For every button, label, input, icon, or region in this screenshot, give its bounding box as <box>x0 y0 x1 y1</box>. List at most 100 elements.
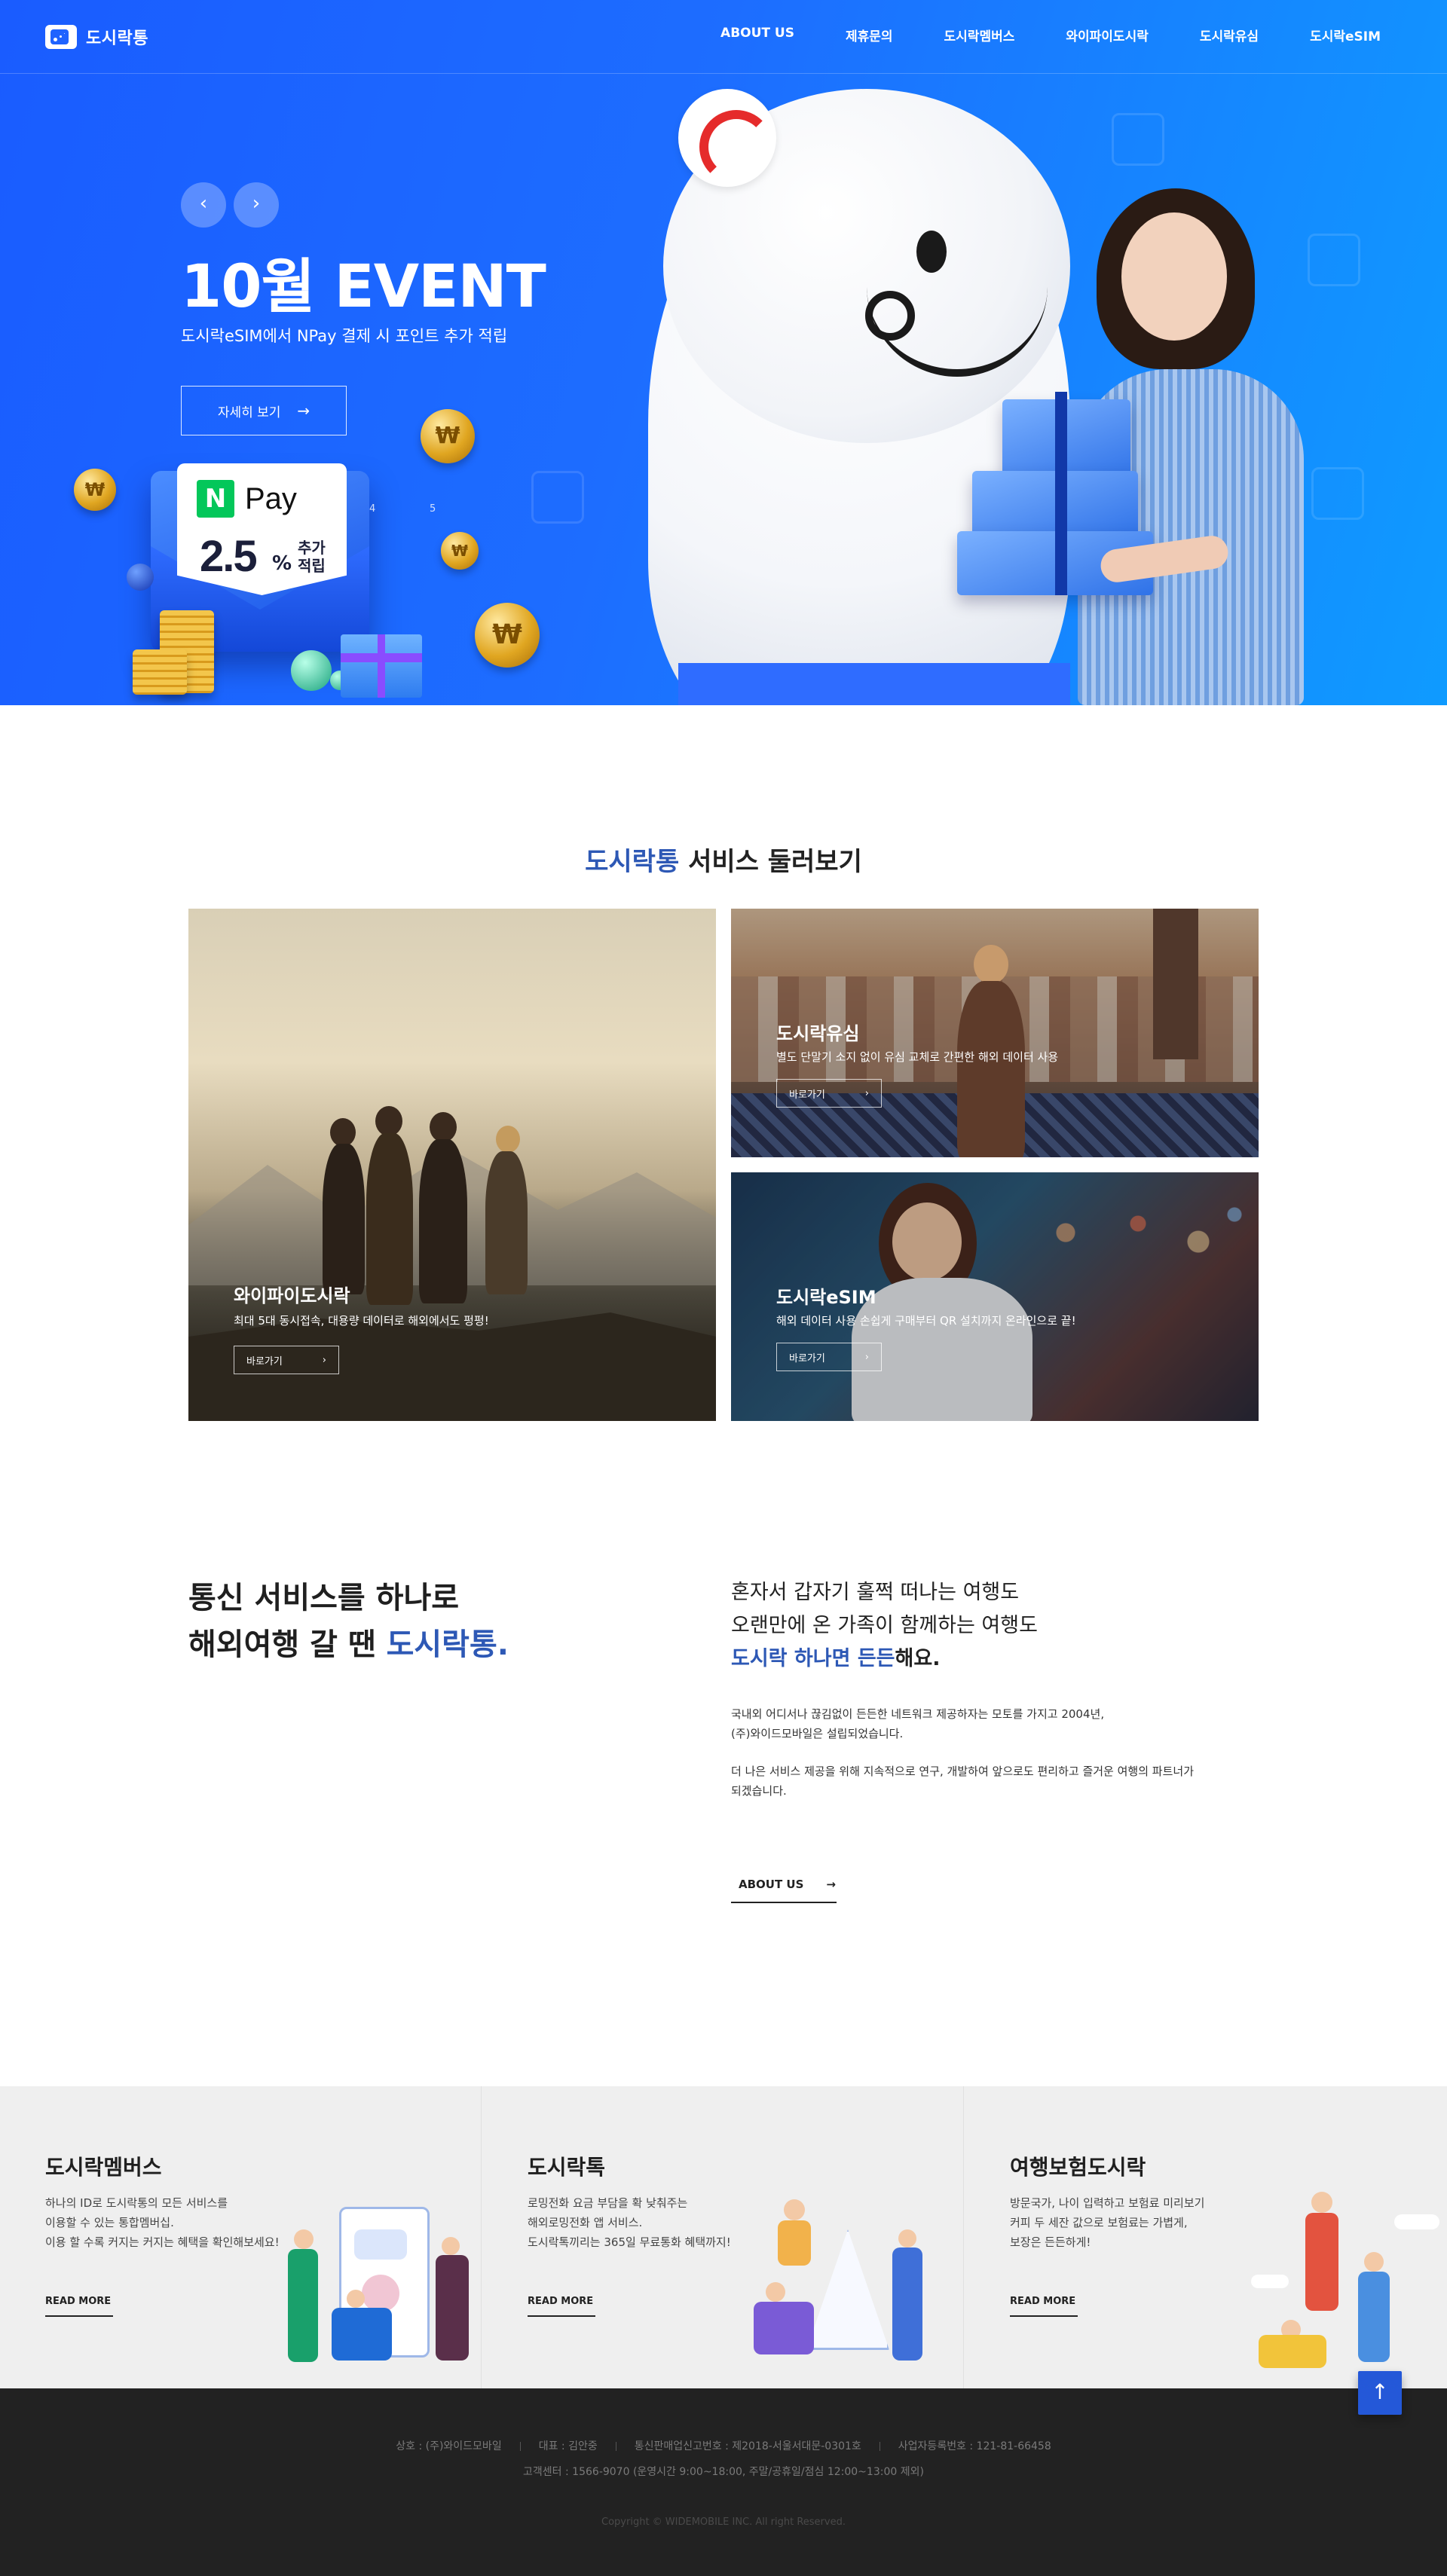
feature-col-insurance: 여행보험도시락 방문국가, 나이 입력하고 보험료 미리보기 커피 두 세잔 값… <box>965 2086 1446 2388</box>
footer-service-center: 고객센터 : 1566-9070 (운영시간 9:00~18:00, 주말/공휴… <box>523 2466 924 2478</box>
n-pattern-icon <box>1112 113 1164 166</box>
hero-prev-button[interactable]: ‹ <box>181 182 226 228</box>
talk-illustration <box>724 2184 963 2388</box>
person-head <box>294 2229 314 2249</box>
desc-line: 커피 두 세잔 값으로 보험료는 가볍게, <box>1010 2216 1188 2229</box>
feature-col-talk: 도시락톡 로밍전화 요금 부담을 확 낮춰주는 해외로밍전화 앱 서비스. 도시… <box>482 2086 964 2388</box>
arrow-right-icon: → <box>826 1878 836 1891</box>
service-go-button-esim[interactable]: 바로가기 › <box>776 1343 882 1371</box>
ribbon <box>1055 392 1067 595</box>
nav-wifi[interactable]: 와이파이도시락 <box>1066 26 1148 44</box>
coin-icon: ₩ <box>74 469 116 511</box>
about-us-link-label: ABOUT US <box>739 1878 804 1891</box>
chevron-right-icon: › <box>322 1354 326 1366</box>
about-tagline: 혼자서 갑자기 훌쩍 떠나는 여행도 오랜만에 온 가족이 함께하는 여행도 도… <box>731 1576 1038 1676</box>
npay-label-line1: 추가 <box>298 539 326 557</box>
ball-image <box>291 650 332 691</box>
service-desc-wifi: 최대 5대 동시접속, 대용량 데이터로 해외에서도 펑펑! <box>234 1314 489 1328</box>
npay-illustration: N Pay 2.5 % 추가 적립 4 5 ₩ ₩ ₩ ₩ <box>68 399 540 701</box>
chart-card-image <box>362 2275 399 2312</box>
main-nav: ABOUT US 제휴문의 도시락멤버스 와이파이도시락 도시락유심 도시락eS… <box>669 26 1381 44</box>
feature-col-members: 도시락멤버스 하나의 ID로 도시락통의 모든 서비스를 이용할 수 있는 통합… <box>0 2086 482 2388</box>
nav-usim[interactable]: 도시락유심 <box>1200 26 1259 44</box>
members-illustration <box>271 2177 481 2388</box>
services-title-accent: 도시락통 <box>585 847 680 877</box>
hero-banner: ‹ › 10월 EVENT 도시락eSIM에서 NPay 결제 시 포인트 추가… <box>0 0 1447 705</box>
service-card-wifi[interactable]: 와이파이도시락 최대 5대 동시접속, 대용량 데이터로 해외에서도 펑펑! 바… <box>188 909 716 1421</box>
desc-line: 도시락톡끼리는 365일 무료통화 혜택까지! <box>528 2235 731 2249</box>
about-headline-line2: 해외여행 갈 땐 도시락통. <box>188 1621 509 1668</box>
hero-title: 10월 EVENT <box>181 253 546 321</box>
desc-line: 해외로밍전화 앱 서비스. <box>528 2216 643 2229</box>
npay-rate-label: 추가 적립 <box>298 539 335 575</box>
scroll-top-button[interactable]: ↑ <box>1358 2371 1402 2415</box>
feature-columns: 도시락멤버스 하나의 ID로 도시락통의 모든 서비스를 이용할 수 있는 통합… <box>0 2086 1447 2388</box>
about-paragraph-1: 국내외 어디서나 끊김없이 든든한 네트워크 제공하자는 모토를 가지고 200… <box>731 1704 1104 1743</box>
about-p2-line1: 더 나은 서비스 제공을 위해 지속적으로 연구, 개발하여 앞으로도 편리하고… <box>731 1765 1194 1778</box>
about-tagline-line1: 혼자서 갑자기 훌쩍 떠나는 여행도 <box>731 1581 1020 1604</box>
coin-icon: ₩ <box>475 603 540 668</box>
npay-brand: Pay <box>245 481 297 515</box>
person-figure <box>892 2248 922 2361</box>
about-tagline-accent: 도시락 하나면 든든 <box>731 1647 895 1670</box>
about-p1-line1: 국내외 어디서나 끊김없이 든든한 네트워크 제공하자는 모토를 가지고 200… <box>731 1707 1105 1721</box>
service-card-usim[interactable]: 도시락유심 별도 단말기 소지 없이 유심 교체로 간편한 해외 데이터 사용 … <box>731 909 1259 1157</box>
about-tagline-line3: 도시락 하나면 든든해요. <box>731 1642 1038 1676</box>
ball-image <box>127 564 154 591</box>
service-name-usim: 도시락유심 <box>776 1023 860 1044</box>
person-head <box>347 2290 365 2308</box>
person-figure <box>332 2308 392 2361</box>
person-figure <box>754 2302 814 2354</box>
coin-icon: ₩ <box>441 532 479 570</box>
service-card-esim[interactable]: 도시락eSIM 해외 데이터 사용 손쉽게 구매부터 QR 설치까지 온라인으로… <box>731 1172 1259 1421</box>
service-go-button-usim[interactable]: 바로가기 › <box>776 1079 882 1108</box>
about-headline-line1: 통신 서비스를 하나로 <box>188 1581 460 1615</box>
person-figure <box>436 2255 469 2361</box>
feature-desc-insurance: 방문국가, 나이 입력하고 보험료 미리보기 커피 두 세잔 값으로 보험료는 … <box>1010 2193 1204 2252</box>
desc-line: 이용 할 수록 커지는 커지는 혜택을 확인해보세요! <box>45 2235 280 2249</box>
insurance-illustration <box>1236 2184 1446 2388</box>
read-more-members[interactable]: READ MORE <box>45 2287 113 2317</box>
divider <box>519 2442 521 2451</box>
go-label: 바로가기 <box>789 1089 825 1101</box>
npay-logo: N Pay <box>197 480 297 518</box>
desc-line: 하나의 ID로 도시락통의 모든 서비스를 <box>45 2196 228 2210</box>
site-logo[interactable]: 도시락통 <box>45 23 148 51</box>
go-label: 바로가기 <box>789 1352 825 1364</box>
hero-next-button[interactable]: › <box>234 182 279 228</box>
card-number-4: 4 <box>369 503 376 515</box>
nav-about-us[interactable]: ABOUT US <box>720 26 794 44</box>
service-go-button-wifi[interactable]: 바로가기 › <box>234 1346 339 1374</box>
feature-title-talk: 도시락톡 <box>528 2155 606 2180</box>
chart-card-image <box>354 2229 407 2260</box>
person-head <box>375 1106 402 1136</box>
nav-members[interactable]: 도시락멤버스 <box>944 26 1015 44</box>
person-figure <box>1259 2335 1326 2368</box>
about-paragraph-2: 더 나은 서비스 제공을 위해 지속적으로 연구, 개발하여 앞으로도 편리하고… <box>731 1762 1194 1801</box>
desc-line: 로밍전화 요금 부담을 확 낮춰주는 <box>528 2196 688 2210</box>
woman-face <box>1121 212 1227 341</box>
feature-title-insurance: 여행보험도시락 <box>1010 2155 1146 2180</box>
cloud-image <box>1251 2275 1289 2288</box>
service-desc-usim: 별도 단말기 소지 없이 유심 교체로 간편한 해외 데이터 사용 <box>776 1050 1059 1064</box>
about-p2-line2: 되겠습니다. <box>731 1784 787 1798</box>
feature-desc-members: 하나의 ID로 도시락통의 모든 서비스를 이용할 수 있는 통합멤버십. 이용… <box>45 2193 280 2252</box>
about-us-link[interactable]: ABOUT US → <box>731 1867 837 1903</box>
service-name-esim: 도시락eSIM <box>776 1287 876 1308</box>
person-head <box>1311 2192 1332 2213</box>
services-title-rest: 서비스 둘러보기 <box>679 847 862 877</box>
nav-partnership[interactable]: 제휴문의 <box>846 26 893 44</box>
about-headline-accent: 도시락통. <box>386 1627 509 1662</box>
person-figure <box>1305 2213 1338 2311</box>
person-head <box>430 1112 457 1142</box>
nav-esim[interactable]: 도시락eSIM <box>1310 26 1381 44</box>
coin-stack-image <box>133 649 187 695</box>
read-more-insurance[interactable]: READ MORE <box>1010 2287 1078 2317</box>
npay-n-mark: N <box>197 480 234 518</box>
person-head <box>974 945 1008 984</box>
site-footer: 상호 : (주)와이드모바일 대표 : 김안중 통신판매업신고번호 : 제2018-… <box>0 2388 1447 2576</box>
service-name-wifi: 와이파이도시락 <box>234 1285 350 1306</box>
read-more-talk[interactable]: READ MORE <box>528 2287 595 2317</box>
footer-business-no: 사업자등록번호 : 121-81-66458 <box>898 2440 1051 2452</box>
person-silhouette <box>366 1133 413 1305</box>
